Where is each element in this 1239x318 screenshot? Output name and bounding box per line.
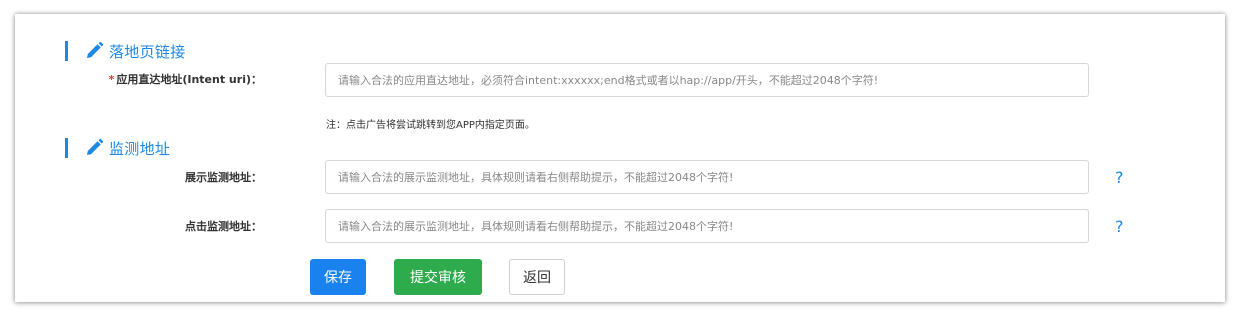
intent-uri-label: * 应用直达地址(Intent uri)： <box>109 71 262 87</box>
intent-uri-input[interactable] <box>325 63 1089 97</box>
impression-tracking-input[interactable] <box>325 160 1089 194</box>
form-card: 落地页链接 *应用直达地址(Intent uri)： 注：点击广告将尝试跳转到您… <box>15 14 1225 302</box>
click-tracking-label: 点击监测地址： <box>185 220 262 233</box>
click-tracking-input[interactable] <box>325 209 1089 243</box>
required-mark: * <box>108 73 115 86</box>
save-button[interactable]: 保存 <box>310 259 366 295</box>
landing-section-label: 落地页链接 <box>109 42 186 61</box>
section-accent-bar <box>65 138 68 158</box>
monitor-section-title: 监测地址 <box>65 136 170 160</box>
pencil-icon <box>87 138 104 155</box>
click-help-icon[interactable]: ? <box>1115 217 1124 236</box>
impression-tracking-label: 展示监测地址： <box>185 171 262 184</box>
monitor-section-label: 监测地址 <box>109 139 171 158</box>
back-button[interactable]: 返回 <box>509 259 565 295</box>
submit-review-button[interactable]: 提交审核 <box>394 259 482 295</box>
landing-section-title: 落地页链接 <box>65 39 186 63</box>
pencil-icon <box>87 41 104 58</box>
intent-uri-note: 注：点击广告将尝试跳转到您APP内指定页面。 <box>326 120 535 131</box>
impression-help-icon[interactable]: ? <box>1115 168 1124 187</box>
section-accent-bar <box>65 41 68 61</box>
intent-uri-label-text: 应用直达地址(Intent uri)： <box>116 73 262 86</box>
